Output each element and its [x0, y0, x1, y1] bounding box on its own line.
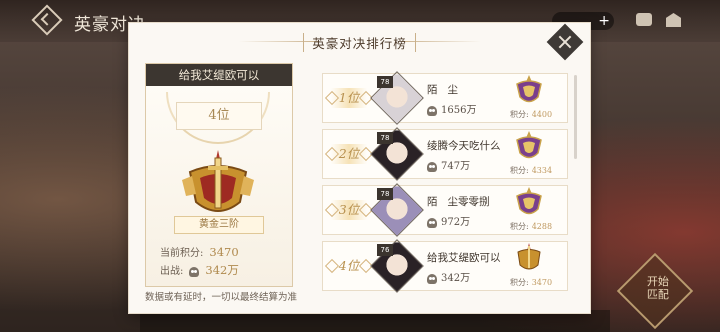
my-rank: 4位	[176, 102, 262, 130]
rank-badge: 3位	[331, 200, 367, 220]
tier-emblem-icon	[517, 243, 541, 270]
my-name: 给我艾缇欧可以	[146, 64, 292, 86]
level-badge: 78	[377, 76, 393, 88]
chat-icon[interactable]	[636, 13, 652, 26]
score-value: 4288	[531, 222, 553, 231]
player-score: 积分: 4334	[510, 165, 552, 176]
tier-label: 黄金三阶	[174, 216, 264, 234]
player-score: 积分: 3470	[510, 277, 552, 288]
score-label: 积分:	[510, 110, 529, 119]
skull-icon	[427, 105, 437, 116]
leaderboard-panel: 英豪对决排行榜 给我艾缇欧可以 4位 黄金三阶 当前积分: 3470 出战: 342…	[129, 23, 590, 313]
score-value: 4334	[531, 166, 553, 175]
skull-icon	[189, 266, 200, 277]
player-score: 积分: 4400	[510, 109, 552, 120]
level-badge: 78	[377, 188, 393, 200]
player-score: 积分: 4288	[510, 221, 552, 232]
skull-icon	[427, 161, 437, 172]
power-value: 342万	[205, 263, 239, 277]
my-score: 当前积分: 3470	[160, 244, 239, 259]
tier-emblem-icon	[516, 75, 542, 103]
player-power: 1656万	[427, 101, 476, 116]
rank-badge: 4位	[331, 256, 367, 276]
start-match-label: 开始 匹配	[646, 275, 669, 302]
player-name: 绫腾今天吃什么	[427, 140, 501, 152]
power-value: 747万	[441, 161, 471, 172]
power-value: 342万	[441, 273, 471, 284]
back-button[interactable]	[31, 4, 63, 36]
ranking-row[interactable]: 4位 76 给我艾缇欧可以 342万 积分: 3470	[322, 239, 568, 293]
score-label: 当前积分:	[160, 248, 204, 259]
gold-tier-emblem-icon	[182, 150, 254, 212]
close-button[interactable]	[546, 23, 584, 61]
power-value: 972万	[441, 217, 471, 228]
rank-badge: 1位	[331, 88, 367, 108]
my-rank-card: 给我艾缇欧可以 4位 黄金三阶 当前积分: 3470 出战: 342万	[145, 63, 293, 287]
score-label: 积分:	[510, 278, 529, 287]
score-label: 积分:	[510, 166, 529, 175]
disclaimer-note: 数据或有延时，一切以最终结算为准	[145, 292, 298, 303]
home-icon[interactable]	[666, 13, 681, 27]
power-label: 出战:	[160, 266, 184, 277]
player-name: 陌 尘零零捌	[427, 196, 490, 208]
rank-badge: 2位	[331, 144, 367, 164]
player-power: 972万	[427, 213, 470, 228]
ranking-row[interactable]: 2位 78 绫腾今天吃什么 747万 积分: 4334	[322, 127, 568, 181]
add-currency-button[interactable]: +	[598, 13, 610, 29]
my-power: 出战: 342万	[160, 262, 239, 278]
player-name: 给我艾缇欧可以	[427, 252, 501, 264]
score-value: 3470	[531, 278, 553, 287]
player-power: 342万	[427, 269, 470, 284]
power-value: 1656万	[441, 105, 477, 116]
panel-title: 英豪对决排行榜	[303, 33, 416, 52]
tier-emblem-icon	[516, 131, 542, 159]
score-value: 4400	[531, 110, 553, 119]
player-name: 陌 尘	[427, 84, 459, 96]
skull-icon	[427, 273, 437, 284]
ranking-row[interactable]: 3位 78 陌 尘零零捌 972万 积分: 4288	[322, 183, 568, 237]
bottom-menu-strip	[140, 310, 610, 332]
score-label: 积分:	[510, 222, 529, 231]
ranking-scrollbar[interactable]	[574, 75, 577, 159]
score-value: 3470	[209, 245, 239, 259]
player-power: 747万	[427, 157, 470, 172]
ranking-row[interactable]: 1位 78 陌 尘 1656万 积分: 4400	[322, 71, 568, 125]
skull-icon	[427, 217, 437, 228]
tier-emblem-icon	[516, 187, 542, 215]
level-badge: 76	[377, 244, 393, 256]
level-badge: 78	[377, 132, 393, 144]
